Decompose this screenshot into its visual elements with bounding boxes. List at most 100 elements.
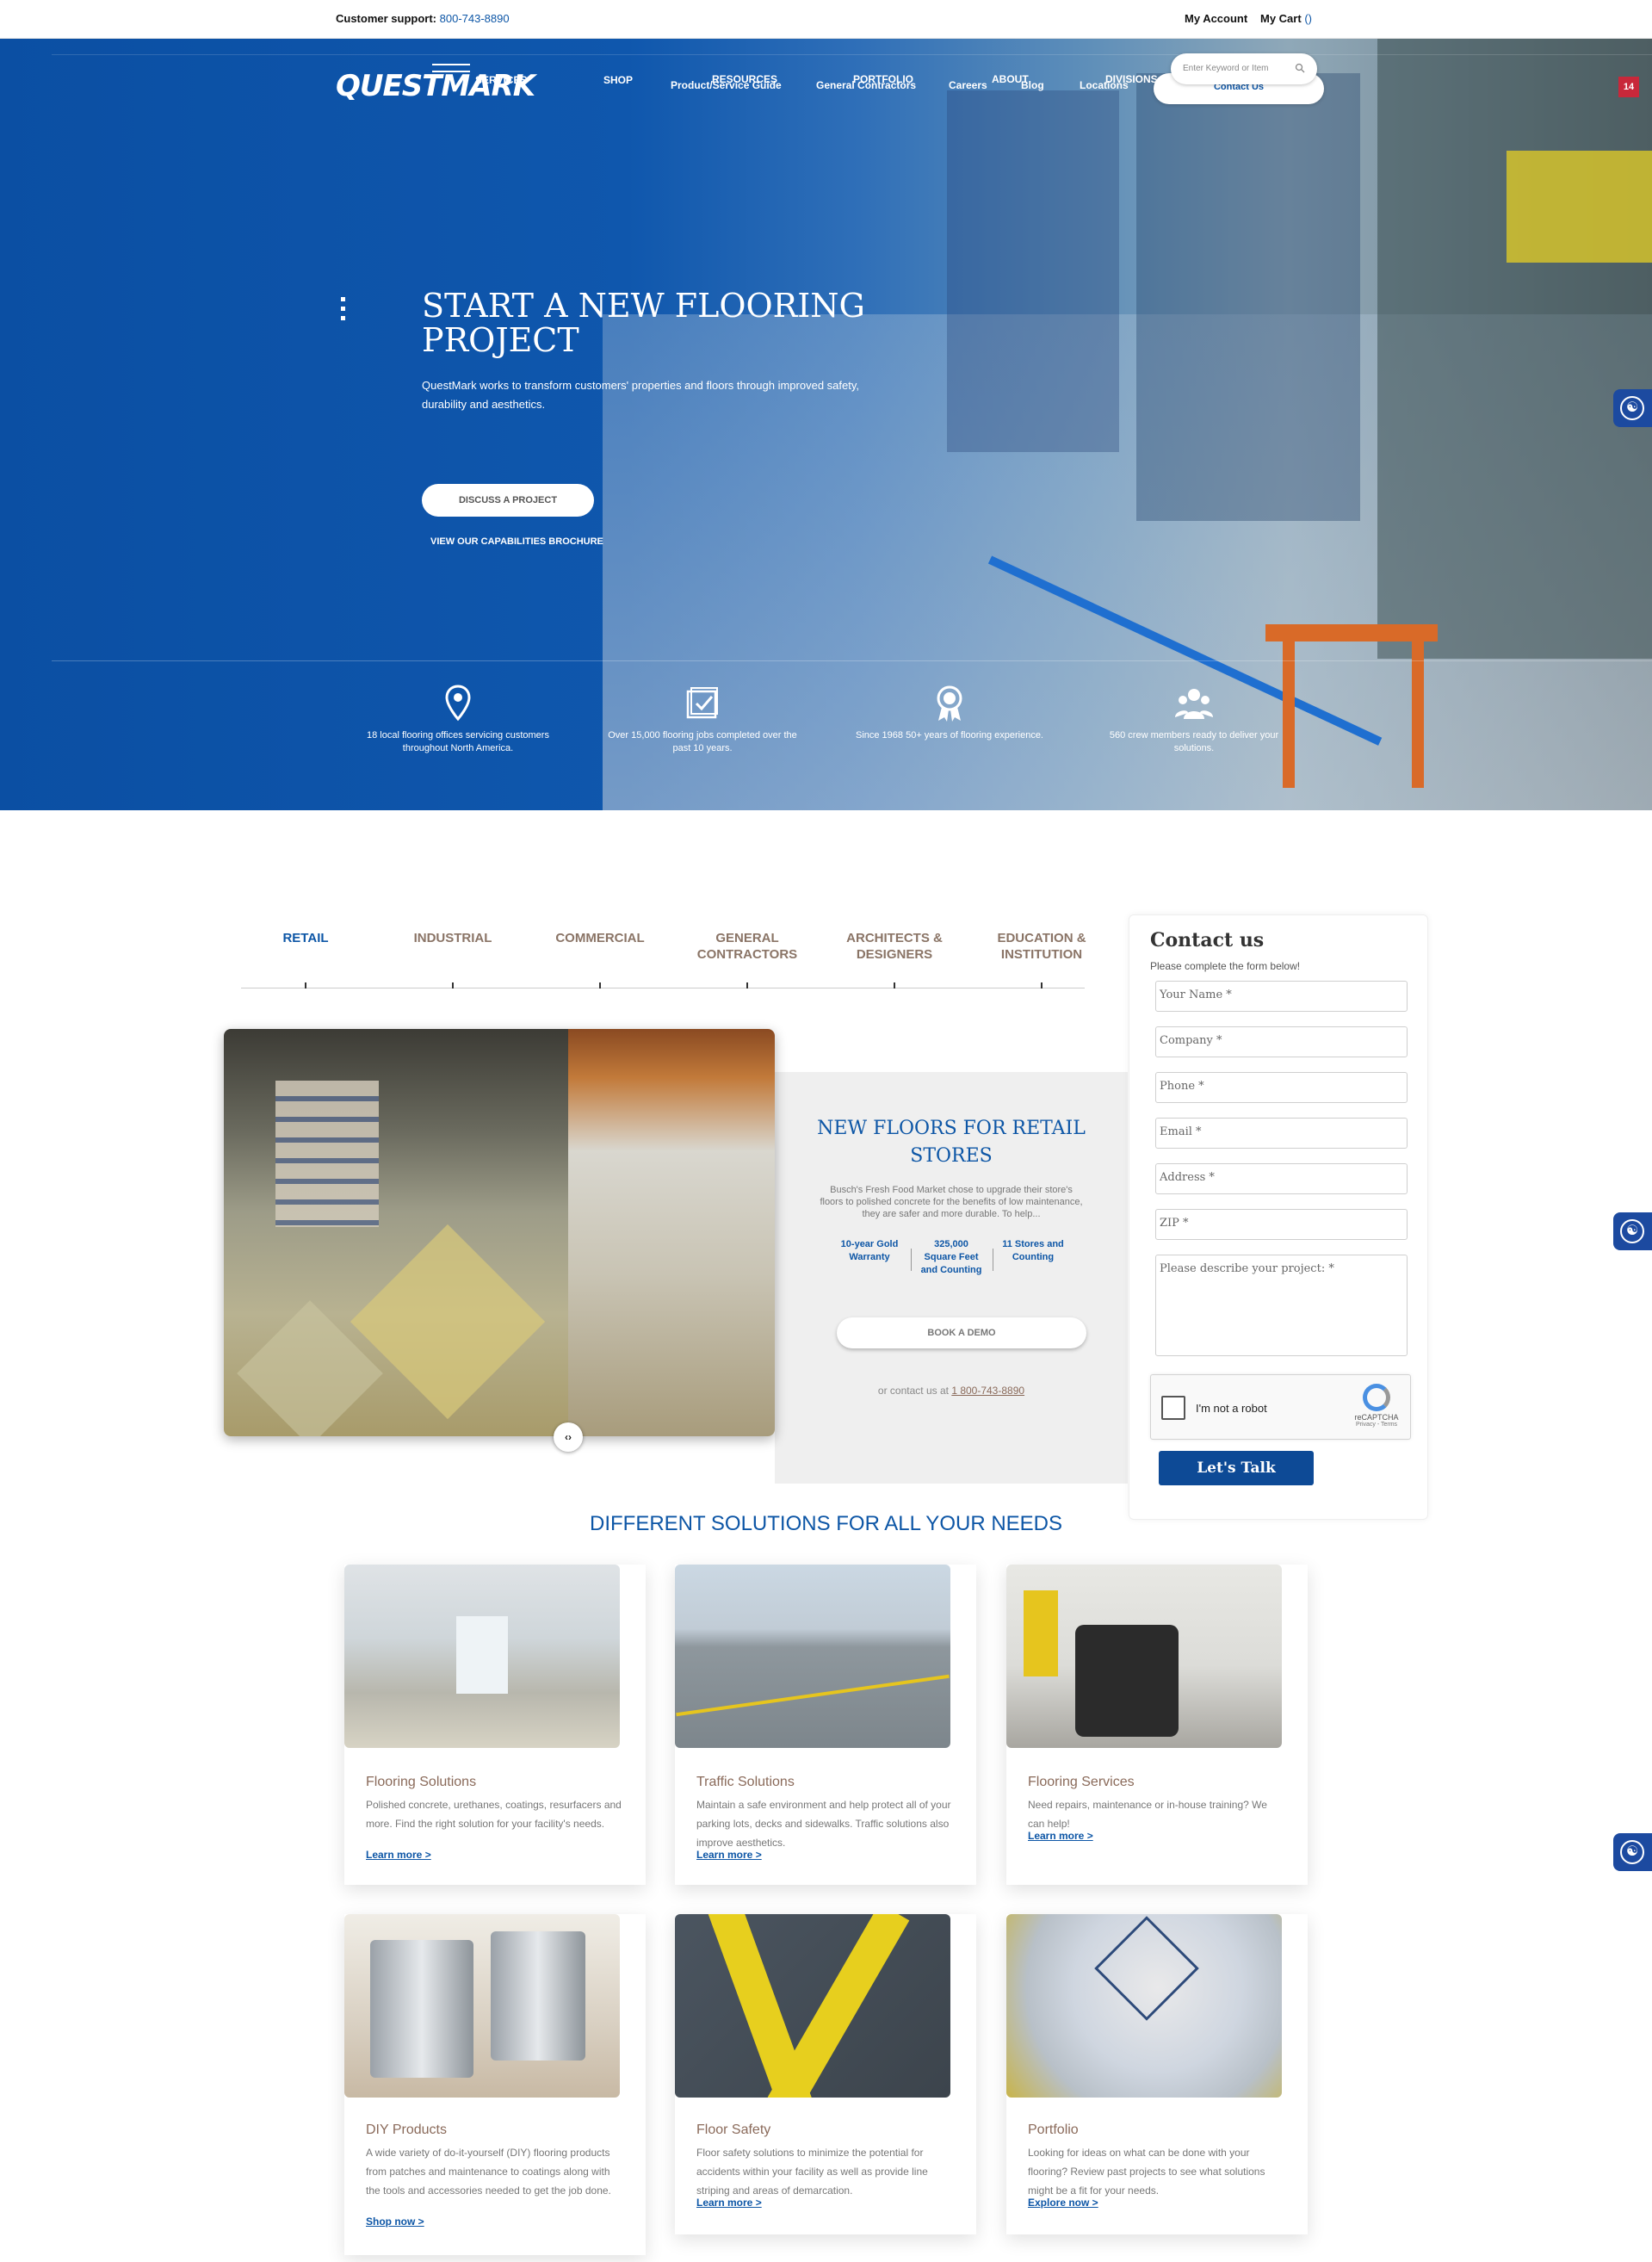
recaptcha-links[interactable]: Privacy - Terms bbox=[1351, 1422, 1402, 1428]
slide-dot[interactable] bbox=[341, 307, 345, 311]
solution-image bbox=[675, 1565, 950, 1748]
discuss-project-button[interactable]: DISCUSS A PROJECT bbox=[422, 484, 594, 517]
address-field[interactable]: Address * bbox=[1155, 1163, 1408, 1194]
accessibility-icon: ☯ bbox=[1620, 1219, 1644, 1243]
solution-link[interactable]: Learn more > bbox=[1028, 1830, 1093, 1842]
email-field[interactable]: Email * bbox=[1155, 1118, 1408, 1149]
solution-link[interactable]: Explore now > bbox=[1028, 2197, 1098, 2209]
feature-contact: or contact us at 1 800-743-8890 bbox=[775, 1385, 1128, 1397]
slide-dot[interactable] bbox=[341, 316, 345, 320]
feature-phone-link[interactable]: 1 800-743-8890 bbox=[951, 1385, 1024, 1397]
feature-title: NEW FLOORS FOR RETAIL STORES bbox=[817, 1118, 1086, 1167]
hero-background-machine bbox=[1136, 73, 1360, 521]
nav-careers[interactable]: Careers bbox=[949, 79, 987, 91]
solution-link[interactable]: Shop now > bbox=[366, 2216, 424, 2228]
industry-tabs: RETAIL INDUSTRIAL COMMERCIAL GENERAL CON… bbox=[241, 928, 1086, 988]
solution-link[interactable]: Learn more > bbox=[366, 1849, 431, 1861]
my-account-link[interactable]: My Account bbox=[1185, 12, 1247, 25]
solution-description: Need repairs, maintenance or in-house tr… bbox=[1028, 1799, 1267, 1830]
nav-product-service-guide[interactable]: Product/Service Guide bbox=[671, 79, 782, 91]
submit-button[interactable]: Let's Talk Flooring! bbox=[1159, 1451, 1314, 1511]
search-box[interactable]: Enter Keyword or Item bbox=[1171, 53, 1317, 84]
cart-count: () bbox=[1304, 12, 1312, 25]
contact-form-subtitle: Please complete the form below! bbox=[1150, 960, 1301, 972]
recaptcha-widget: I'm not a robot reCAPTCHA Privacy - Term… bbox=[1150, 1374, 1411, 1440]
solution-title: Portfolio bbox=[1028, 2123, 1079, 2137]
support-phone-link[interactable]: 800-743-8890 bbox=[440, 12, 510, 25]
nav-divisions[interactable]: DIVISIONS bbox=[1105, 73, 1158, 85]
zip-field[interactable]: ZIP * bbox=[1155, 1209, 1408, 1240]
solution-link[interactable]: Learn more > bbox=[696, 2197, 762, 2209]
feature-stat: 11 Stores and Counting bbox=[1002, 1239, 1064, 1262]
slide-dots[interactable] bbox=[341, 297, 348, 325]
solution-image bbox=[1006, 1914, 1282, 2098]
search-icon[interactable] bbox=[1295, 63, 1305, 73]
nav-blog[interactable]: Blog bbox=[1021, 79, 1044, 91]
notification-badge[interactable]: 14 bbox=[1618, 77, 1639, 97]
tab-general-contractors[interactable]: GENERAL CONTRACTORS bbox=[683, 930, 812, 988]
tab-education-institution[interactable]: EDUCATION & INSTITUTION bbox=[977, 930, 1106, 988]
feature-description: Busch's Fresh Food Market chose to upgra… bbox=[820, 1185, 1083, 1219]
accessibility-button[interactable]: ☯ bbox=[1613, 1212, 1652, 1250]
feature-stat: 325,000 Square Feet and Counting bbox=[920, 1239, 982, 1275]
solution-title: Flooring Solutions bbox=[366, 1775, 477, 1789]
feature-stat: 10-year Gold Warranty bbox=[840, 1239, 899, 1262]
slide-dot[interactable] bbox=[341, 297, 345, 301]
hero-section: QUESTMARK SERVICES SHOP RESOURCES Produc… bbox=[0, 39, 1652, 810]
hero-background-machine bbox=[1377, 39, 1652, 659]
tab-retail[interactable]: RETAIL bbox=[241, 930, 370, 988]
top-bar: Customer support: 800-743-8890 My Accoun… bbox=[0, 0, 1652, 39]
compare-slider-handle[interactable]: ‹› bbox=[554, 1422, 583, 1452]
accessibility-button[interactable]: ☯ bbox=[1613, 1833, 1652, 1871]
tab-industrial[interactable]: INDUSTRIAL bbox=[388, 930, 517, 988]
hero-title: START A NEW FLOORING PROJECT bbox=[422, 287, 865, 359]
contact-form: Contact us Please complete the form belo… bbox=[1129, 914, 1428, 1520]
hero-background-yellow-guard bbox=[1507, 151, 1652, 263]
search-input[interactable]: Enter Keyword or Item bbox=[1183, 64, 1268, 73]
tab-tick bbox=[894, 982, 895, 988]
solution-link[interactable]: Learn more > bbox=[696, 1849, 762, 1861]
phone-field[interactable]: Phone * bbox=[1155, 1072, 1408, 1103]
tab-commercial[interactable]: COMMERCIAL bbox=[535, 930, 665, 988]
nav-divider bbox=[52, 54, 1652, 55]
tab-architects-designers[interactable]: ARCHITECTS & DESIGNERS bbox=[830, 930, 959, 988]
nav-services[interactable]: SERVICES bbox=[475, 74, 527, 86]
stat-divider bbox=[911, 1249, 912, 1271]
after-image bbox=[568, 1029, 775, 1436]
nav-shop[interactable]: SHOP bbox=[603, 74, 633, 86]
solution-description: Maintain a safe environment and help pro… bbox=[696, 1799, 951, 1849]
hero-background-cart-leg bbox=[1412, 641, 1424, 788]
solution-image bbox=[344, 1914, 620, 2098]
solution-title: DIY Products bbox=[366, 2123, 447, 2137]
project-description-field[interactable]: Please describe your project: * bbox=[1155, 1255, 1408, 1356]
solution-description: Polished concrete, urethanes, coatings, … bbox=[366, 1799, 622, 1830]
my-cart-label: My Cart bbox=[1260, 12, 1302, 25]
solution-card[interactable]: Traffic Solutions Maintain a safe enviro… bbox=[675, 1565, 976, 1885]
capabilities-brochure-link[interactable]: VIEW OUR CAPABILITIES BROCHURE bbox=[430, 536, 603, 547]
solution-image bbox=[344, 1565, 620, 1748]
award-ribbon-icon bbox=[937, 685, 962, 722]
name-field[interactable]: Your Name * bbox=[1155, 981, 1408, 1012]
solution-image bbox=[675, 1914, 950, 2098]
solution-card[interactable]: DIY Products A wide variety of do-it-you… bbox=[344, 1914, 646, 2255]
solution-title: Traffic Solutions bbox=[696, 1775, 795, 1789]
solution-image bbox=[1006, 1565, 1282, 1748]
solution-description: Looking for ideas on what can be done wi… bbox=[1028, 2147, 1265, 2197]
recaptcha-checkbox[interactable] bbox=[1161, 1396, 1185, 1420]
hero-background-cart bbox=[1265, 624, 1438, 641]
nav-general-contractors[interactable]: General Contractors bbox=[816, 79, 916, 91]
solution-card[interactable]: Floor Safety Floor safety solutions to m… bbox=[675, 1914, 976, 2234]
tab-label: INDUSTRIAL bbox=[413, 931, 492, 945]
accessibility-button[interactable]: ☯ bbox=[1613, 389, 1652, 427]
solution-card[interactable]: Flooring Solutions Polished concrete, ur… bbox=[344, 1565, 646, 1885]
tab-tick bbox=[452, 982, 454, 988]
solution-card[interactable]: Flooring Services Need repairs, maintena… bbox=[1006, 1565, 1308, 1885]
company-field[interactable]: Company * bbox=[1155, 1026, 1408, 1057]
hero-stat-text: 18 local flooring offices servicing cust… bbox=[367, 730, 549, 753]
before-after-image[interactable] bbox=[224, 1029, 775, 1436]
solutions-title: DIFFERENT SOLUTIONS FOR ALL YOUR NEEDS bbox=[590, 1512, 1062, 1535]
solution-card[interactable]: Portfolio Looking for ideas on what can … bbox=[1006, 1914, 1308, 2234]
book-demo-button[interactable]: BOOK A DEMO bbox=[837, 1317, 1086, 1348]
my-cart-link[interactable]: My Cart () bbox=[1260, 12, 1312, 25]
hero-stat-text: Over 15,000 flooring jobs completed over… bbox=[608, 730, 797, 753]
